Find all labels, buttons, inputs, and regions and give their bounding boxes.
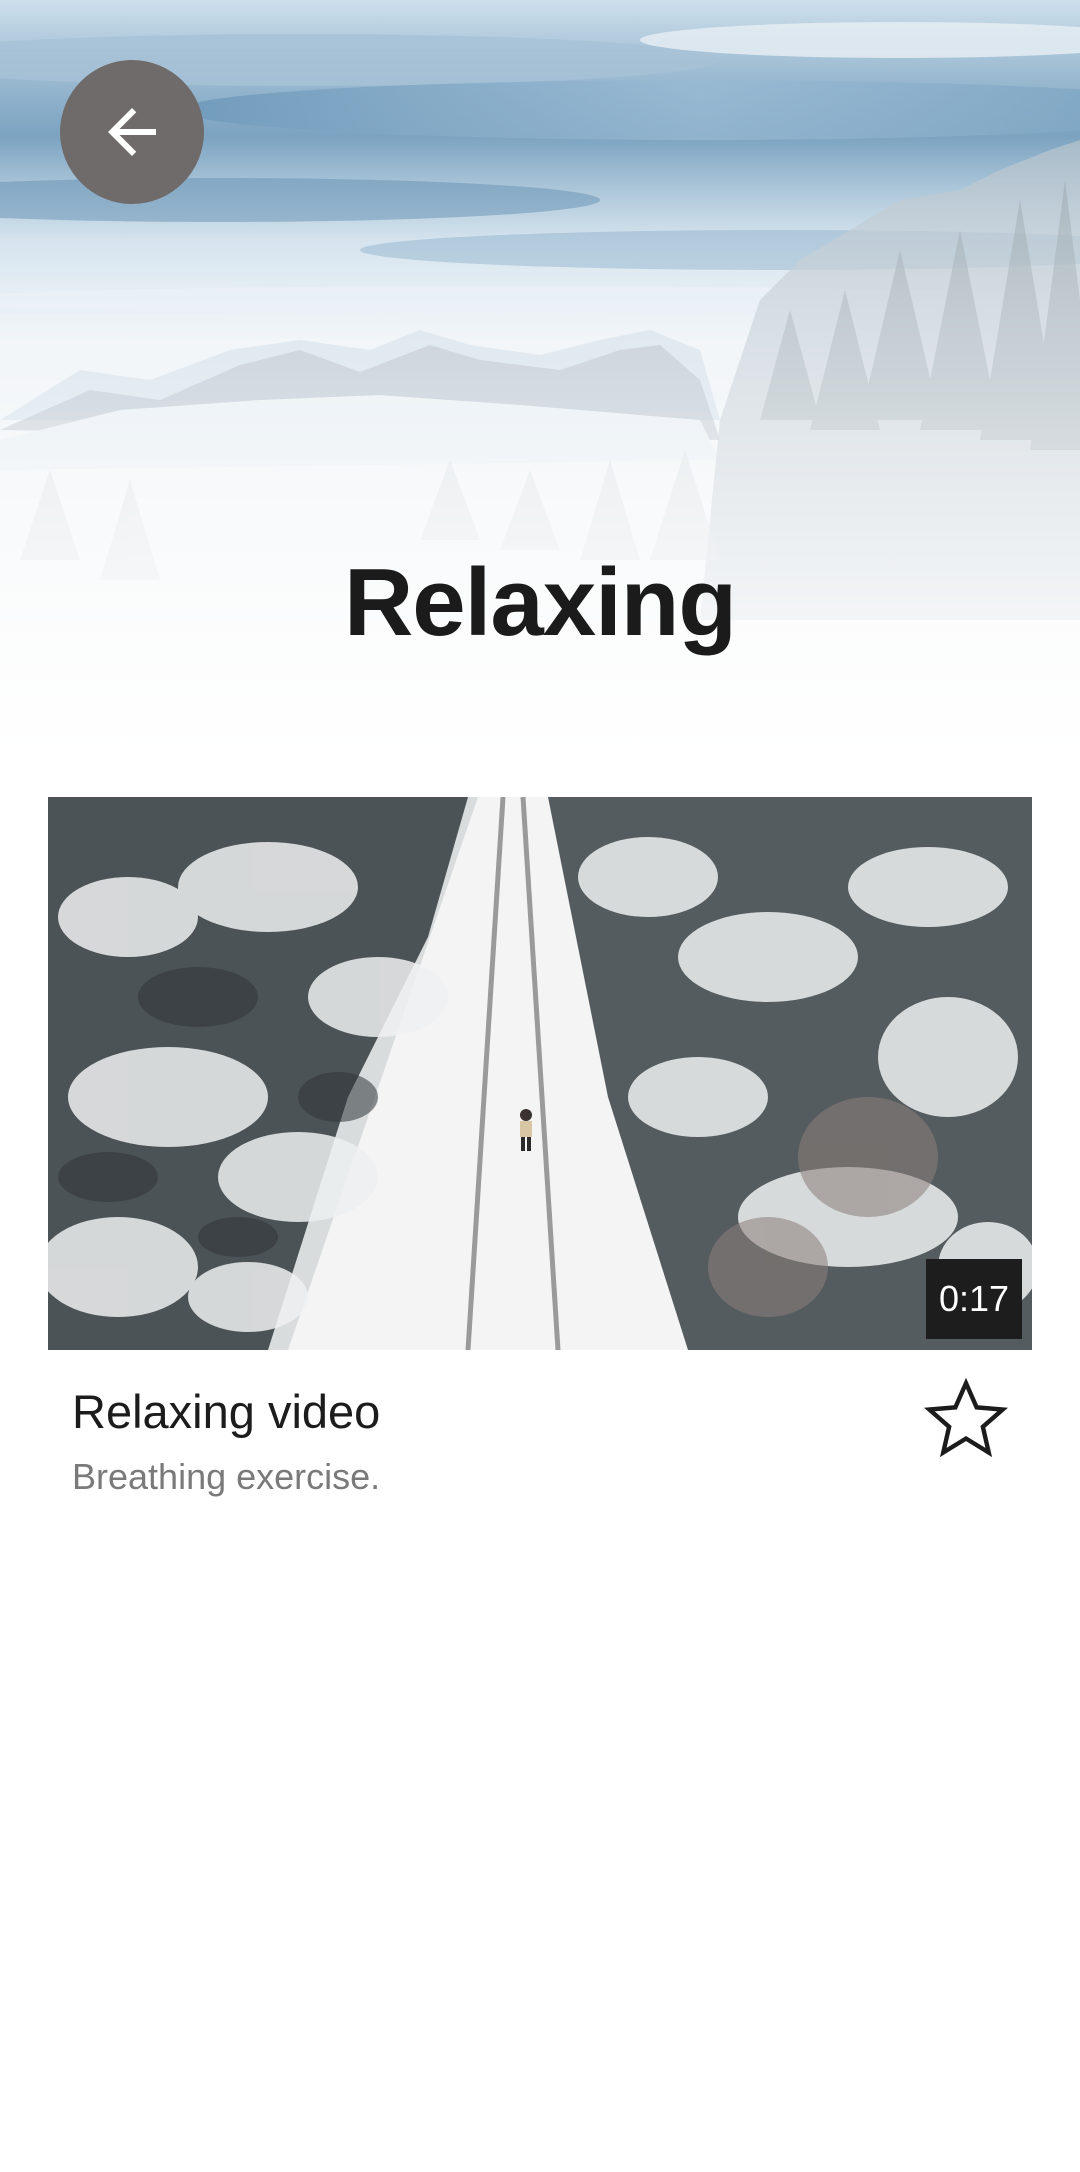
back-button[interactable] [60,60,204,204]
video-duration-badge: 0:17 [926,1259,1022,1339]
video-subtitle: Breathing exercise. [72,1456,381,1497]
snowy-forest-road-image [48,797,1032,1350]
page-title: Relaxing [343,549,737,656]
arrow-left-icon [108,108,156,156]
star-outline-icon [923,1377,1009,1458]
screen: Relaxing 0:17 Relaxing video Breathing e… [0,0,1080,2172]
favorite-button[interactable] [918,1370,1014,1466]
video-title[interactable]: Relaxing video [72,1382,380,1442]
video-thumbnail[interactable]: 0:17 [48,797,1032,1350]
